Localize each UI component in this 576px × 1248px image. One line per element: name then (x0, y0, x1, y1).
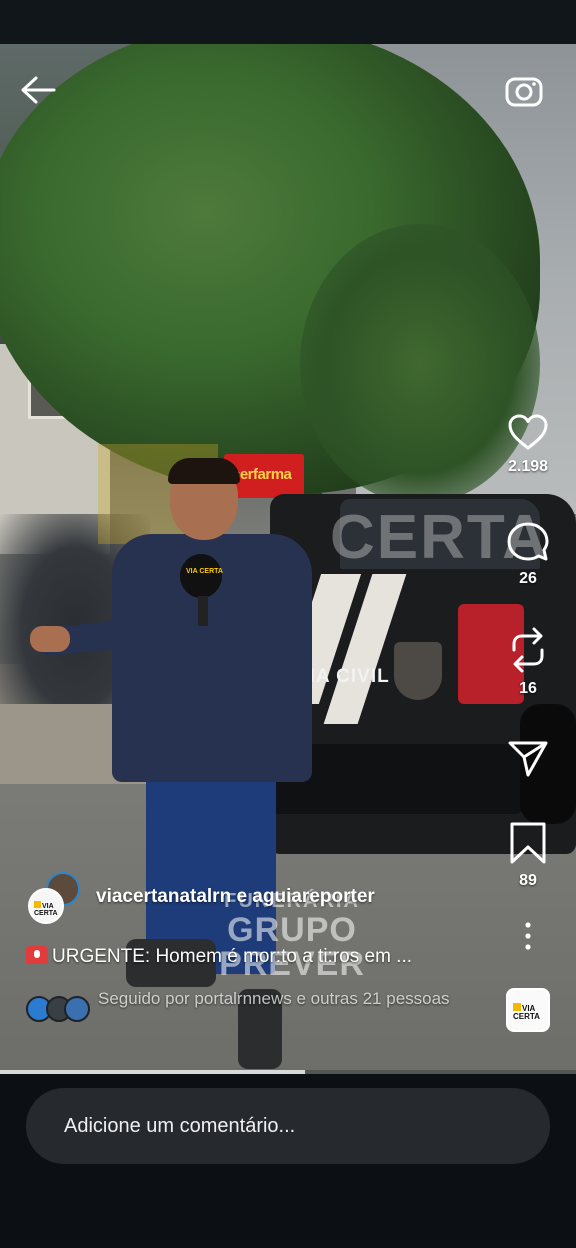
truck-badge (394, 642, 442, 700)
like-button[interactable]: 2.198 (498, 412, 558, 476)
heart-icon (508, 414, 548, 450)
followed-by-text: Seguido por portalrnnews e outras 21 pes… (98, 988, 478, 1010)
repost-button[interactable]: 16 (498, 626, 558, 698)
follower-avatar (64, 996, 90, 1022)
reporter-hair (168, 458, 240, 484)
camera-button[interactable] (502, 70, 546, 110)
followed-by-prefix: Seguido por (98, 989, 195, 1008)
shop-sign-text: serfarma (232, 466, 292, 483)
bookmark-icon (510, 822, 546, 864)
comment-button[interactable]: 26 (498, 520, 558, 588)
save-button[interactable]: 89 (498, 820, 558, 890)
followed-by-row[interactable]: Seguido por portalrnnews e outras 21 pes… (26, 988, 496, 1036)
comment-count: 26 (519, 570, 537, 587)
siren-icon (26, 946, 48, 964)
author-row[interactable]: VIA CERTA viacertanatalrn e aguiareporte… (26, 872, 476, 928)
more-vertical-icon (525, 922, 531, 950)
author-avatar-logo: VIA CERTA (34, 901, 62, 917)
microphone-handle (198, 596, 208, 626)
repost-icon (512, 627, 544, 673)
caption-text: URGENTE: Homem é mor:to a ti:ros em ... (52, 946, 413, 967)
author-name[interactable]: viacertanatalrn e aguiareporter (96, 886, 375, 908)
comment-input[interactable] (26, 1088, 550, 1164)
save-count: 89 (519, 872, 537, 889)
back-button[interactable] (16, 72, 60, 108)
microphone-label: VIA CERTA (186, 568, 223, 575)
followed-by-user[interactable]: portalrnnews (194, 989, 291, 1008)
like-count: 2.198 (507, 458, 549, 475)
status-bar (0, 0, 576, 44)
reporter-hand (30, 626, 70, 652)
send-icon (508, 741, 548, 777)
arrow-left-icon (21, 76, 56, 104)
audio-thumbnail[interactable]: VIA CERTA (506, 988, 550, 1032)
microphone (180, 554, 222, 598)
followed-by-suffix: e outras 21 pessoas (291, 989, 450, 1008)
camera-icon (505, 77, 543, 107)
repost-count: 16 (519, 680, 537, 697)
post-caption[interactable]: URGENTE: Homem é mor:to a ti:ros em ... (26, 946, 482, 968)
share-button[interactable] (498, 738, 558, 778)
author-avatar[interactable]: VIA CERTA (28, 888, 64, 924)
comment-icon (507, 522, 549, 561)
audio-thumbnail-logo: VIA CERTA (513, 1003, 548, 1021)
more-options-button[interactable] (498, 920, 558, 954)
